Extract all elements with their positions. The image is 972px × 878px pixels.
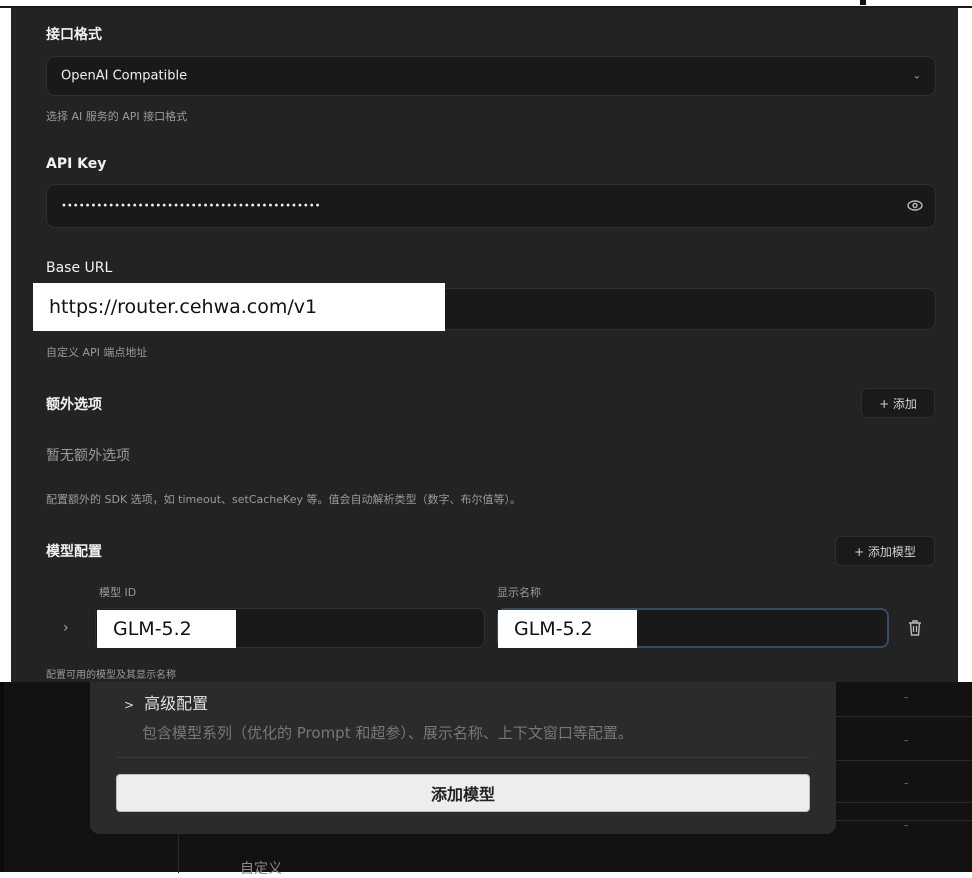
row-dash: - — [904, 776, 909, 790]
provider-settings-panel: 接口格式 OpenAI Compatible ⌄ 选择 AI 服务的 API 接… — [11, 8, 958, 682]
extra-options-label: 额外选项 — [46, 397, 102, 413]
window-marker — [860, 0, 866, 5]
custom-label: 自定义 — [240, 861, 282, 877]
display-name-column-label: 显示名称 — [497, 586, 541, 599]
interface-format-help: 选择 AI 服务的 API 接口格式 — [46, 110, 188, 123]
row-dash: - — [904, 733, 909, 747]
model-config-help: 配置可用的模型及其显示名称 — [46, 670, 176, 681]
row-divider — [836, 760, 972, 761]
add-model-button[interactable]: 添加模型 — [116, 774, 810, 812]
base-url-help: 自定义 API 端点地址 — [46, 346, 148, 359]
model-id-value: GLM-5.2 — [113, 618, 192, 640]
base-url-value: https://router.cehwa.com/v1 — [49, 296, 318, 318]
display-name-value: GLM-5.2 — [514, 618, 593, 640]
row-divider — [836, 716, 972, 717]
model-config-label: 模型配置 — [46, 544, 102, 560]
advanced-config-title: 高级配置 — [144, 694, 209, 713]
interface-format-value: OpenAI Compatible — [61, 68, 188, 84]
base-url-value-box[interactable]: https://router.cehwa.com/v1 — [33, 283, 445, 331]
extra-options-help: 配置额外的 SDK 选项，如 timeout、setCacheKey 等。值会自… — [46, 493, 521, 506]
eye-icon[interactable] — [907, 197, 923, 216]
model-id-value-box[interactable]: GLM-5.2 — [97, 610, 236, 648]
base-url-label: Base URL — [46, 260, 113, 276]
chevron-right-icon[interactable]: › — [63, 620, 69, 636]
chevron-right-icon: > — [124, 698, 135, 712]
model-id-column-label: 模型 ID — [99, 586, 137, 599]
left-edge — [0, 682, 4, 872]
advanced-config-toggle[interactable]: > 高级配置 — [124, 690, 208, 714]
api-key-value: ••••••••••••••••••••••••••••••••••••••••… — [61, 200, 321, 212]
api-key-label: API Key — [46, 156, 107, 172]
advanced-config-description: 包含模型系列（优化的 Prompt 和超参）、展示名称、上下文窗口等配置。 — [142, 724, 633, 742]
extra-options-empty: 暂无额外选项 — [46, 448, 130, 464]
display-name-value-box[interactable]: GLM-5.2 — [498, 610, 637, 648]
row-divider — [836, 802, 972, 803]
api-key-input[interactable]: ••••••••••••••••••••••••••••••••••••••••… — [46, 184, 936, 228]
add-option-button[interactable]: + 添加 — [861, 388, 935, 418]
row-dash: - — [904, 690, 909, 704]
add-model-pill-button[interactable]: + 添加模型 — [835, 536, 935, 566]
chevron-down-icon: ⌄ — [912, 70, 921, 82]
divider — [116, 757, 810, 758]
trash-icon[interactable] — [907, 619, 923, 641]
advanced-config-card: > 高级配置 包含模型系列（优化的 Prompt 和超参）、展示名称、上下文窗口等… — [90, 682, 836, 834]
interface-format-label: 接口格式 — [46, 27, 102, 43]
interface-format-select[interactable]: OpenAI Compatible ⌄ — [46, 56, 936, 96]
top-strip — [0, 0, 972, 8]
